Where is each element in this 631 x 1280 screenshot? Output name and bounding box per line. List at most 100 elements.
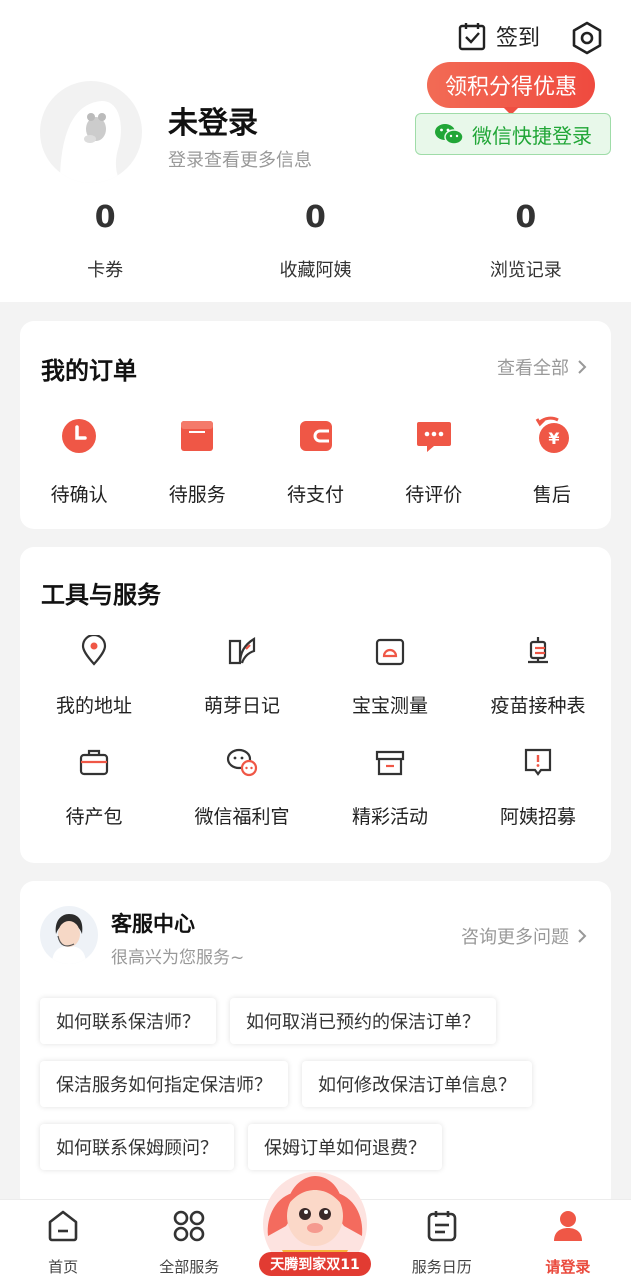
tool-label: 阿姨招募: [499, 806, 576, 828]
order-pending-payment[interactable]: 待支付: [256, 416, 374, 507]
faq-chip[interactable]: 保洁服务如何指定保洁师？: [40, 1061, 288, 1107]
order-label: 待支付: [287, 484, 345, 506]
stat-value: 0: [515, 200, 537, 235]
order-pending-review[interactable]: 待评价: [375, 416, 493, 507]
faq-row: 如何联系保姆顾问？ 保姆订单如何退费？: [40, 1124, 600, 1170]
orders-view-all-link[interactable]: 查看全部: [497, 354, 587, 380]
tool-label: 精彩活动: [351, 806, 428, 828]
login-status-title[interactable]: 未登录: [168, 98, 258, 142]
settings-icon[interactable]: [570, 20, 604, 56]
wechat-chat-icon: [226, 748, 258, 777]
diary-icon: [228, 637, 256, 665]
chevron-right-icon: [578, 360, 587, 374]
user-icon: [553, 1211, 582, 1241]
service-subtitle: 很高兴为您服务~: [111, 948, 245, 968]
service-title: 客服中心: [111, 912, 195, 936]
tool-label: 萌芽日记: [203, 695, 280, 717]
stat-history[interactable]: 0 浏览记录: [421, 200, 631, 282]
wechat-login-label: 微信快捷登录: [472, 123, 592, 148]
stats-row: 0 卡券 0 收藏阿姨 0 浏览记录: [0, 200, 631, 282]
svg-text:¥: ¥: [548, 429, 559, 448]
faq-chip[interactable]: 如何联系保洁师？: [40, 998, 216, 1044]
tool-vaccine-schedule[interactable]: 疫苗接种表: [464, 635, 612, 718]
order-label: 待确认: [50, 484, 108, 506]
tool-label: 微信福利官: [194, 806, 290, 828]
tab-label: 服务日历: [411, 1258, 472, 1276]
faq-row: 保洁服务如何指定保洁师？ 如何修改保洁订单信息？: [40, 1061, 600, 1107]
avatar[interactable]: [40, 81, 142, 183]
location-icon: [81, 633, 107, 666]
calendar-list-icon: [427, 1211, 457, 1242]
order-pending-confirm[interactable]: 待确认: [20, 416, 138, 507]
wallet-icon: [299, 421, 332, 451]
tool-baby-measure[interactable]: 宝宝测量: [316, 635, 464, 718]
tool-label: 我的地址: [55, 695, 132, 717]
wechat-login-button[interactable]: 微信快捷登录: [415, 113, 611, 155]
points-promo-bubble[interactable]: 领积分得优惠: [427, 62, 595, 115]
orders-title: 我的订单: [41, 357, 137, 385]
customer-service-card: 客服中心 很高兴为您服务~ 咨询更多问题 如何联系保洁师？ 如何取消已预约的保洁…: [20, 881, 611, 1211]
faq-chip[interactable]: 如何取消已预约的保洁订单？: [230, 998, 496, 1044]
tools-title: 工具与服务: [41, 581, 161, 609]
checkin-label: 签到: [496, 26, 541, 51]
stat-coupons[interactable]: 0 卡券: [0, 200, 210, 282]
double11-badge-label[interactable]: 天腾到家双11: [259, 1252, 371, 1276]
profile-header: 签到 领积分得优惠 微信快捷登录 未登录 登录查看更多信息 0 卡券 0 收藏阿…: [0, 0, 631, 302]
stat-label: 卡券: [87, 260, 124, 281]
home-icon: [48, 1210, 78, 1242]
chevron-right-icon: [578, 929, 587, 943]
scale-icon: [375, 638, 405, 666]
tool-sprout-diary[interactable]: 萌芽日记: [168, 635, 316, 718]
faq-chip[interactable]: 如何联系保姆顾问？: [40, 1124, 234, 1170]
stat-label: 收藏阿姨: [279, 260, 352, 281]
tab-label: 首页: [48, 1258, 79, 1276]
faq-row: 如何联系保洁师？ 如何取消已预约的保洁订单？: [40, 998, 600, 1044]
tool-label: 疫苗接种表: [490, 695, 586, 717]
agent-avatar-icon: [52, 914, 86, 964]
orders-card: 我的订单 查看全部 待确认 待服务 待支付 待评价 ¥ 售后: [20, 321, 611, 529]
order-label: 待评价: [405, 484, 463, 506]
tool-activities[interactable]: 精彩活动: [316, 746, 464, 829]
alert-icon: [524, 748, 552, 776]
faq-chip[interactable]: 如何修改保洁订单信息？: [302, 1061, 532, 1107]
tab-home[interactable]: 首页: [0, 1200, 126, 1280]
login-subtitle: 登录查看更多信息: [168, 150, 312, 171]
checkin-button[interactable]: 签到: [458, 20, 540, 52]
store-icon: [375, 750, 405, 776]
bag-icon: [79, 749, 109, 776]
tool-label: 宝宝测量: [351, 695, 428, 717]
more-questions-link[interactable]: 咨询更多问题: [461, 923, 587, 949]
tools-grid: 我的地址 萌芽日记 宝宝测量 疫苗接种表 待产包 微信福利官 精彩活动 阿姨招募: [20, 633, 612, 829]
checkin-calendar-icon: [458, 23, 486, 51]
order-after-sales[interactable]: ¥ 售后: [493, 416, 611, 507]
faq-chips: 如何联系保洁师？ 如何取消已预约的保洁订单？ 保洁服务如何指定保洁师？ 如何修改…: [40, 998, 600, 1187]
refund-icon: ¥: [535, 416, 569, 453]
order-label: 售后: [532, 484, 571, 506]
default-avatar-icon: [60, 101, 122, 183]
more-questions-label: 咨询更多问题: [461, 927, 569, 948]
faq-chip[interactable]: 保姆订单如何退费？: [248, 1124, 442, 1170]
stat-favorites[interactable]: 0 收藏阿姨: [210, 200, 420, 282]
tab-login[interactable]: 请登录: [505, 1200, 631, 1280]
wechat-icon: [435, 124, 464, 145]
vaccine-icon: [528, 637, 548, 664]
tab-service-calendar[interactable]: 服务日历: [379, 1200, 505, 1280]
grid-icon: [173, 1210, 205, 1242]
tool-nanny-recruit[interactable]: 阿姨招募: [464, 746, 612, 829]
comment-icon: [416, 422, 451, 452]
tool-wechat-welfare[interactable]: 微信福利官: [168, 746, 316, 829]
order-label: 待服务: [168, 484, 226, 506]
tab-all-services[interactable]: 全部服务: [126, 1200, 252, 1280]
stat-value: 0: [94, 200, 116, 235]
tool-label: 待产包: [65, 806, 123, 828]
tools-card: 工具与服务 我的地址 萌芽日记 宝宝测量 疫苗接种表 待产包 微信福利官 精彩活…: [20, 547, 611, 863]
stat-label: 浏览记录: [489, 260, 562, 281]
calendar-icon: [181, 421, 214, 451]
tab-label: 请登录: [545, 1258, 591, 1276]
tool-my-address[interactable]: 我的地址: [20, 633, 168, 718]
agent-avatar: [40, 906, 98, 964]
order-status-row: 待确认 待服务 待支付 待评价 ¥ 售后: [20, 416, 611, 507]
order-pending-service[interactable]: 待服务: [138, 416, 256, 507]
tab-label: 全部服务: [159, 1258, 220, 1276]
tool-maternity-bag[interactable]: 待产包: [20, 746, 168, 829]
